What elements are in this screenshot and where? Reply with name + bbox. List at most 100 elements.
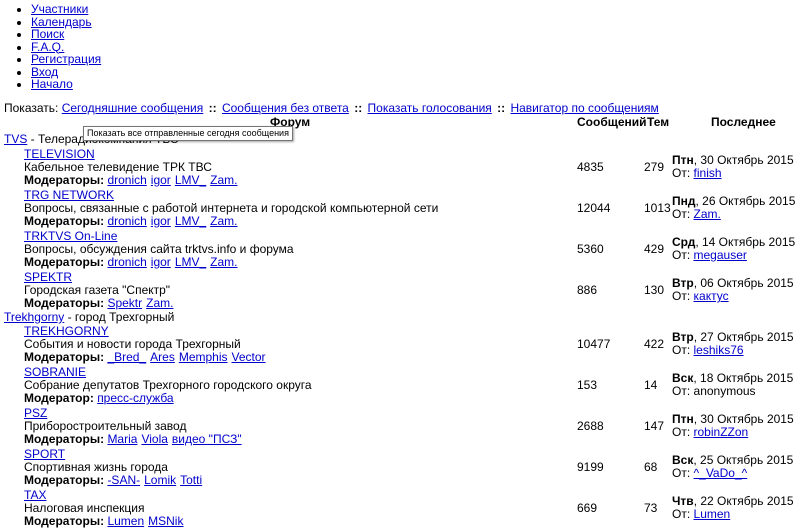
category-link[interactable]: Trekhgorny <box>4 310 64 324</box>
forum-moderators: Модератор: пресс-служба <box>24 392 178 405</box>
forum-link[interactable]: PSZ <box>24 406 47 420</box>
from-label: От: <box>672 166 691 180</box>
forum-link[interactable]: TREKHGORNY <box>24 324 109 338</box>
nav-link-home[interactable]: Начало <box>31 77 73 91</box>
moderators-label: Модератор: <box>24 391 94 405</box>
forum-post-count: 669 <box>577 501 598 515</box>
moderator-link[interactable]: -SAN- <box>107 473 140 487</box>
moderator-link[interactable]: LMV_ <box>175 214 206 228</box>
forum-row: SPORT Спортивная жизнь города Модераторы: … <box>0 448 799 489</box>
moderator-link[interactable]: Lumen <box>107 514 144 528</box>
moderators-label: Модераторы: <box>24 514 105 528</box>
forum-link[interactable]: SPORT <box>24 447 65 461</box>
from-label: От: <box>672 343 691 357</box>
separator: :: <box>208 101 217 115</box>
from-label: От: <box>672 289 691 303</box>
last-post-weekday: Птн <box>672 412 694 426</box>
forum-link[interactable]: SOBRANIE <box>24 365 86 379</box>
moderators-label: Модераторы: <box>24 214 105 228</box>
last-post-day: , 30 Октябрь 2015 <box>693 412 794 426</box>
last-post-user[interactable]: leshiks76 <box>694 343 744 357</box>
moderator-link[interactable]: видео "ПСЗ" <box>172 432 242 446</box>
from-label: От: <box>672 248 691 262</box>
moderator-link[interactable]: Zam. <box>146 296 173 310</box>
forum-post-count: 2688 <box>577 419 604 433</box>
forum-row: SPEKTR Городская газета "Спектр" Модератор… <box>0 271 799 312</box>
moderator-link[interactable]: Ares <box>150 350 175 364</box>
from-label: От: <box>672 466 691 480</box>
last-post-author: От: megauser <box>672 249 747 262</box>
last-post-user[interactable]: finish <box>694 166 722 180</box>
forum-moderators: Модераторы: dronich igor LMV_ Zam. <box>24 174 242 187</box>
moderator-link[interactable]: igor <box>151 255 171 269</box>
moderator-link[interactable]: Zam. <box>210 173 237 187</box>
last-post-weekday: Вск <box>672 371 694 385</box>
forum-row: TRG NETWORK Вопросы, связанные с работой … <box>0 189 799 230</box>
moderator-link[interactable]: Memphis <box>179 350 228 364</box>
show-links-bar: Показать: Сегодняшние сообщения :: Сообщ… <box>4 101 659 115</box>
header-last-post: Последнее <box>711 115 776 129</box>
moderator-link[interactable]: dronich <box>107 173 146 187</box>
tooltip: Показать все отправленные сегодня сообще… <box>83 126 293 141</box>
moderator-link[interactable]: _Bred_ <box>107 350 146 364</box>
last-post-author: От: finish <box>672 167 722 180</box>
from-label: От: <box>672 384 691 398</box>
forum-row: PSZ Приборостроительный завод Модераторы: … <box>0 407 799 448</box>
last-post-day: , 30 Октябрь 2015 <box>693 153 794 167</box>
forum-link[interactable]: TAX <box>24 488 46 502</box>
from-label: От: <box>672 425 691 439</box>
separator: :: <box>354 101 363 115</box>
show-polls-link[interactable]: Показать голосования <box>368 101 492 115</box>
todays-posts-link[interactable]: Сегодняшние сообщения <box>62 101 204 115</box>
forum-row: TRKTVS On-Line Вопросы, обсуждения сайта … <box>0 230 799 271</box>
moderator-link[interactable]: Zam. <box>210 214 237 228</box>
moderator-link[interactable]: LMV_ <box>175 173 206 187</box>
forum-row: SOBRANIE Собрание депутатов Трехгорного г… <box>0 366 799 407</box>
nav-item: Начало <box>31 78 101 91</box>
forum-moderators: Модераторы: _Bred_ Ares Memphis Vector <box>24 351 270 364</box>
forum-row: TAX Налоговая инспекция Модераторы: Lumen M… <box>0 489 799 530</box>
moderator-link[interactable]: Maria <box>107 432 137 446</box>
forum-post-count: 153 <box>577 378 598 392</box>
last-post-user[interactable]: Lumen <box>694 507 731 521</box>
forum-moderators: Модераторы: Maria Viola видео "ПСЗ" <box>24 433 246 446</box>
forum-link[interactable]: TELEVISION <box>24 147 95 161</box>
moderator-link[interactable]: dronich <box>107 255 146 269</box>
unanswered-posts-link[interactable]: Сообщения без ответа <box>222 101 349 115</box>
moderator-link[interactable]: Totti <box>180 473 202 487</box>
moderator-link[interactable]: igor <box>151 214 171 228</box>
forum-topic-count: 73 <box>644 501 658 515</box>
moderator-link[interactable]: пресс-служба <box>97 391 173 405</box>
post-navigator-link[interactable]: Навигатор по сообщениям <box>510 101 658 115</box>
forum-link[interactable]: TRKTVS On-Line <box>24 229 117 243</box>
last-post-user[interactable]: robinZZon <box>694 425 749 439</box>
last-post-user[interactable]: ^_VaDo_^ <box>694 466 748 480</box>
forum-post-count: 12044 <box>577 201 611 215</box>
last-post-weekday: Чтв <box>672 494 694 508</box>
moderator-link[interactable]: Vector <box>232 350 266 364</box>
forum-link[interactable]: TRG NETWORK <box>24 188 114 202</box>
forum-post-count: 5360 <box>577 242 604 256</box>
last-post-user[interactable]: megauser <box>694 248 747 262</box>
moderator-link[interactable]: igor <box>151 173 171 187</box>
category-link[interactable]: TVS <box>4 132 27 146</box>
forum-topic-count: 147 <box>644 419 665 433</box>
last-post-user[interactable]: кактус <box>694 289 729 303</box>
forum-link[interactable]: SPEKTR <box>24 270 72 284</box>
last-post-author: От: anonymous <box>672 385 756 398</box>
forum-topic-count: 130 <box>644 283 665 297</box>
moderator-link[interactable]: dronich <box>107 214 146 228</box>
moderator-link[interactable]: Lomik <box>144 473 176 487</box>
moderator-link[interactable]: Spektr <box>107 296 142 310</box>
moderator-link[interactable]: Zam. <box>210 255 237 269</box>
moderator-link[interactable]: MSNik <box>148 514 183 528</box>
show-label: Показать: <box>4 101 59 115</box>
moderators-label: Модераторы: <box>24 255 105 269</box>
moderator-link[interactable]: LMV_ <box>175 255 206 269</box>
forum-row: TREKHGORNY События и новости города Трехг… <box>0 325 799 366</box>
last-post-author: От: robinZZon <box>672 426 748 439</box>
moderator-link[interactable]: Viola <box>141 432 167 446</box>
category-row: Trekhgorny - город Трехгорный <box>4 310 174 324</box>
from-label: От: <box>672 507 691 521</box>
last-post-user[interactable]: Zam. <box>694 207 721 221</box>
